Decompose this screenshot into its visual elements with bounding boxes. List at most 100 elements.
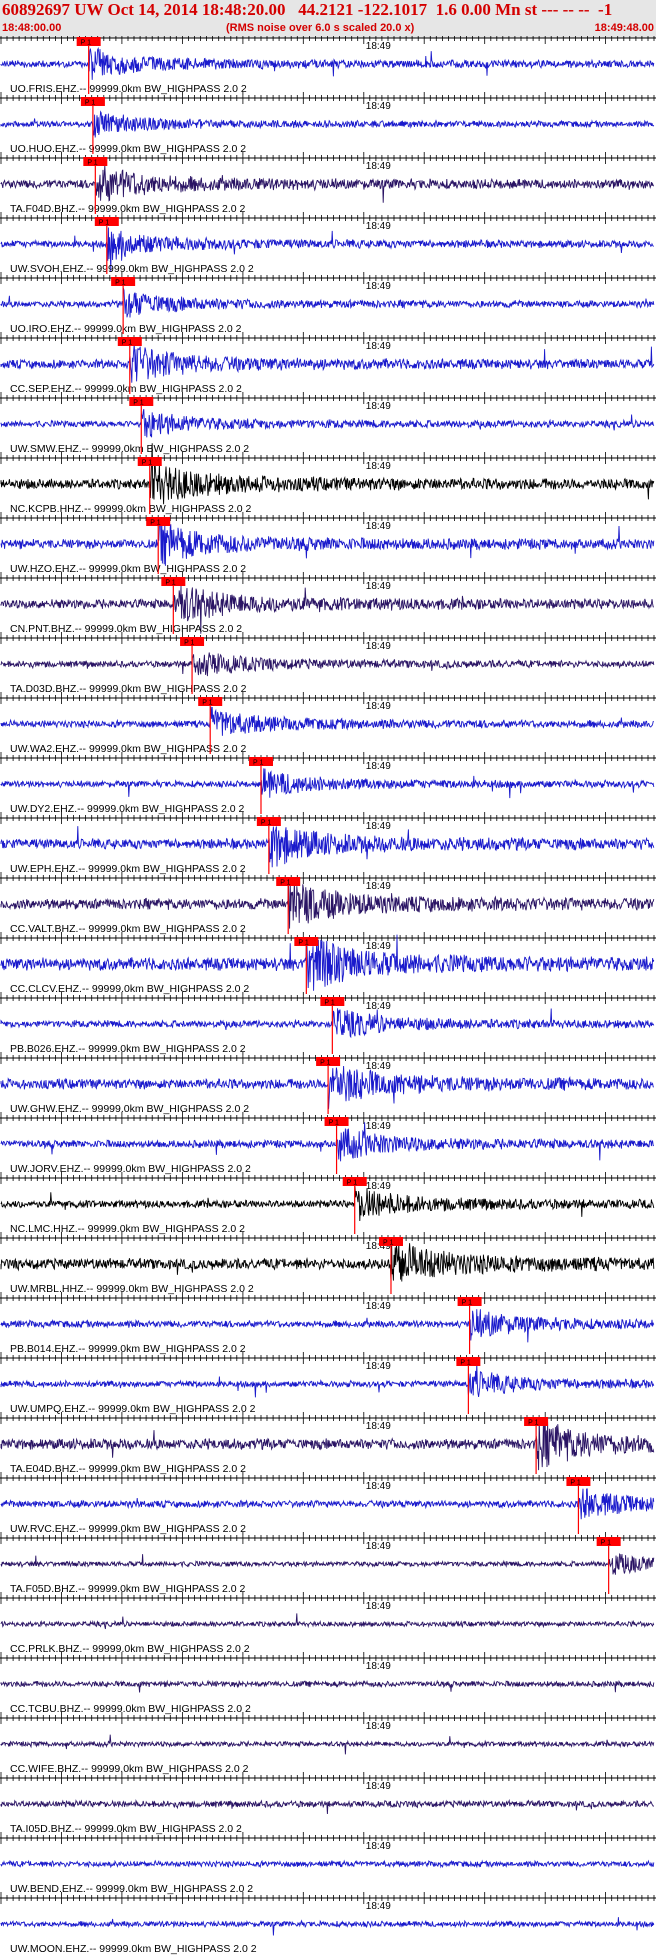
pick-label: P 1	[81, 40, 91, 47]
minute-label: 18:49	[366, 1901, 391, 1912]
waveform	[0, 344, 655, 383]
minute-label: 18:49	[366, 281, 391, 292]
trace-2: 18:49 TA.F04D.BHZ.-- 99999.0km BW_HIGHPAS…	[0, 152, 656, 215]
minute-label: 18:49	[366, 701, 391, 712]
waveform	[0, 520, 655, 566]
pick-label: P 1	[142, 460, 152, 467]
station-label: UW.RVC.EHZ.-- 99999.0km BW_HIGHPASS 2.0 …	[10, 1523, 246, 1535]
pick-label: P 1	[122, 340, 132, 347]
station-label: CC.SEP.EHZ.-- 99999.0km BW_HIGHPASS 2.0 …	[10, 383, 242, 395]
pick-label: P 1	[347, 1180, 357, 1187]
trace-16: 18:49 PB.B026.EHZ.-- 99999.0km BW_HIGHPAS…	[0, 992, 656, 1055]
station-label: CC.PRLK.BHZ.-- 99999.0km BW_HIGHPASS 2.0…	[10, 1643, 250, 1655]
minute-label: 18:49	[366, 41, 391, 52]
event-title: 60892697 UW Oct 14, 2014 18:48:20.00 44.…	[2, 0, 613, 19]
station-label: UW.JORV.EHZ.-- 99999.0km BW_HIGHPASS 2.0…	[10, 1163, 251, 1175]
minute-label: 18:49	[366, 401, 391, 412]
pick-label: P 1	[383, 1240, 393, 1247]
pick-label: P 1	[324, 1000, 334, 1007]
trace-0: 18:49 UO.FRIS.EHZ.-- 99999.0km BW_HIGHPAS…	[0, 36, 656, 95]
trace-26: 18:49 CC.PRLK.BHZ.-- 99999.0km BW_HIGHPAS…	[0, 1592, 656, 1655]
waveform	[0, 1008, 655, 1039]
pick-label: P 1	[298, 940, 308, 947]
minute-label: 18:49	[366, 1781, 391, 1792]
pick-label: P 1	[184, 640, 194, 647]
minute-label: 18:49	[366, 461, 391, 472]
minute-label: 18:49	[366, 1601, 391, 1612]
station-label: PB.B014.EHZ.-- 99999.0km BW_HIGHPASS 2.0…	[10, 1343, 246, 1355]
trace-25: 18:49 TA.F05D.BHZ.-- 99999.0km BW_HIGHPAS…	[0, 1532, 656, 1595]
trace-15: 18:49 CC.CLCV.EHZ.-- 99999.0km BW_HIGHPAS…	[0, 932, 656, 995]
waveform	[0, 1186, 655, 1222]
trace-8: 18:49 UW.HZO.EHZ.-- 99999.0km BW_HIGHPASS…	[0, 512, 656, 575]
station-label: NC.LMC.HHZ.-- 99999.0km BW_HIGHPASS 2.0 …	[10, 1223, 245, 1235]
minute-label: 18:49	[366, 521, 391, 532]
trace-1: 18:49 UO.HUO.EHZ.-- 99999.0km BW_HIGHPASS…	[0, 92, 656, 155]
station-label: UW.SMW.EHZ.-- 99999.0km BW_HIGHPASS 2.0 …	[10, 443, 249, 455]
waveform	[0, 652, 655, 677]
waveform	[0, 1122, 654, 1162]
station-label: CC.TCBU.BHZ.-- 99999.0km BW_HIGHPASS 2.0…	[10, 1703, 251, 1715]
trace-12: 18:49 UW.DY2.EHZ.-- 99999.0km BW_HIGHPASS…	[0, 752, 656, 815]
station-label: UW.GHW.EHZ.-- 99999.0km BW_HIGHPASS 2.0 …	[10, 1103, 249, 1115]
pick-label: P 1	[280, 880, 290, 887]
trace-17: 18:49 UW.GHW.EHZ.-- 99999.0km BW_HIGHPASS…	[0, 1052, 656, 1115]
minute-label: 18:49	[366, 1421, 391, 1432]
trace-13: 18:49 UW.EPH.EHZ.-- 99999.0km BW_HIGHPASS…	[0, 812, 656, 875]
pick-label: P 1	[261, 820, 271, 827]
waveform	[0, 409, 655, 438]
station-label: NC.KCPB.HHZ.-- 99999.0km BW_HIGHPASS 2.0…	[10, 503, 252, 515]
pick-label: P 1	[87, 160, 97, 167]
minute-label: 18:49	[366, 1841, 391, 1852]
pick-label: P 1	[462, 1300, 472, 1307]
station-label: CN.PNT.BHZ.-- 99999.0km BW_HIGHPASS 2.0 …	[10, 623, 242, 635]
waveform	[0, 47, 655, 80]
waveform	[0, 1363, 655, 1398]
trace-30: 18:49 UW.BEND.EHZ.-- 99999.0km BW_HIGHPAS…	[0, 1832, 656, 1895]
station-label: TA.F04D.BHZ.-- 99999.0km BW_HIGHPASS 2.0…	[10, 203, 246, 215]
waveform	[0, 1239, 655, 1282]
minute-label: 18:49	[366, 1361, 391, 1372]
minute-label: 18:49	[366, 941, 391, 952]
pick-label: P 1	[85, 100, 95, 107]
pick-label: P 1	[150, 520, 160, 527]
station-label: UO.FRIS.EHZ.-- 99999.0km BW_HIGHPASS 2.0…	[10, 83, 247, 95]
minute-label: 18:49	[366, 761, 391, 772]
minute-label: 18:49	[366, 1121, 391, 1132]
trace-18: 18:49 UW.JORV.EHZ.-- 99999.0km BW_HIGHPAS…	[0, 1112, 656, 1175]
waveform	[0, 1613, 655, 1630]
minute-label: 18:49	[366, 1001, 391, 1012]
station-label: UO.HUO.EHZ.-- 99999.0km BW_HIGHPASS 2.0 …	[10, 143, 246, 155]
station-label: CC.VALT.BHZ.-- 99999.0km BW_HIGHPASS 2.0…	[10, 923, 246, 935]
trace-4: 18:49 UO.IRO.EHZ.-- 99999.0km BW_HIGHPASS…	[0, 272, 656, 335]
waveform	[0, 1917, 655, 1936]
end-time: 18:49:48.00	[594, 22, 654, 34]
pick-label: P 1	[253, 760, 263, 767]
waveform	[0, 165, 655, 203]
minute-label: 18:49	[366, 1061, 391, 1072]
station-label: TA.D03D.BHZ.-- 99999.0km BW_HIGHPASS 2.0…	[10, 683, 247, 695]
trace-31: 18:49 UW.MOON.EHZ.-- 99999.0km BW_HIGHPAS…	[0, 1892, 656, 1955]
waveform	[0, 706, 654, 736]
pick-label: P 1	[202, 700, 212, 707]
trace-20: 18:49UW.MRBL.HHZ.-- 99999.0km BW_HIGHPAS…	[0, 1232, 656, 1295]
waveform	[0, 768, 655, 799]
waveform	[0, 1734, 655, 1755]
station-label: UW.EPH.EHZ.-- 99999.0km BW_HIGHPASS 2.0 …	[10, 863, 246, 875]
start-time: 18:48:00.00	[2, 22, 62, 34]
minute-label: 18:49	[366, 101, 391, 112]
pick-label: P 1	[133, 400, 143, 407]
station-label: CC.WIFE.BHZ.-- 99999.0km BW_HIGHPASS 2.0…	[10, 1763, 249, 1775]
station-label: UW.DY2.EHZ.-- 99999.0km BW_HIGHPASS 2.0 …	[10, 803, 245, 815]
pick-label: P 1	[99, 220, 109, 227]
station-label: UW.HZO.EHZ.-- 99999.0km BW_HIGHPASS 2.0 …	[10, 563, 246, 575]
station-label: TA.E04D.BHZ.-- 99999.0km BW_HIGHPASS 2.0…	[10, 1463, 246, 1475]
minute-label: 18:49	[366, 1541, 391, 1552]
minute-label: 18:49	[366, 581, 391, 592]
station-label: UO.IRO.EHZ.-- 99999.0km BW_HIGHPASS 2.0 …	[10, 323, 242, 335]
pick-label: P 1	[329, 1120, 339, 1127]
waveform	[0, 1488, 655, 1520]
station-label: CC.CLCV.EHZ.-- 99999.0km BW_HIGHPASS 2.0…	[10, 983, 249, 995]
trace-10: 18:49 TA.D03D.BHZ.-- 99999.0km BW_HIGHPAS…	[0, 632, 656, 695]
trace-29: 18:49 TA.I05D.BHZ.-- 99999.0km BW_HIGHPAS…	[0, 1772, 656, 1835]
